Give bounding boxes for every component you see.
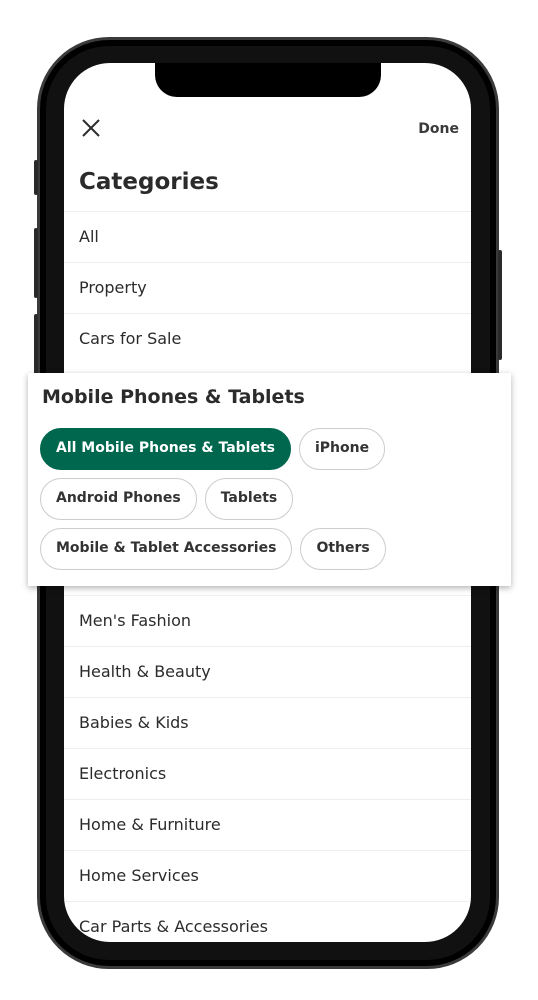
subcategory-card: Mobile Phones & Tablets All Mobile Phone… (28, 373, 511, 586)
subcategory-chip[interactable]: iPhone (298, 428, 386, 470)
category-item[interactable]: Cars for Sale (64, 313, 471, 364)
category-item[interactable]: Electronics (64, 748, 471, 799)
notch (155, 63, 381, 97)
category-item[interactable]: All (64, 211, 471, 262)
category-item[interactable]: Home Services (64, 850, 471, 901)
chip-row: All Mobile Phones & Tablets iPhone (40, 428, 500, 470)
subcategory-chip[interactable]: Others (300, 528, 386, 570)
page-title: Categories (79, 169, 219, 195)
volume-up-button (34, 228, 38, 298)
close-icon[interactable] (80, 117, 102, 139)
subcategory-chip[interactable]: Tablets (204, 478, 294, 520)
done-button[interactable]: Done (418, 121, 459, 137)
category-item[interactable]: Car Parts & Accessories (64, 901, 471, 942)
category-item[interactable]: Health & Beauty (64, 646, 471, 697)
chip-row: Mobile & Tablet Accessories Others (40, 528, 500, 570)
subcategory-chip[interactable]: Android Phones (40, 478, 197, 520)
mute-switch (34, 160, 38, 195)
subcategory-title: Mobile Phones & Tablets (42, 386, 305, 408)
subcategory-chip[interactable]: Mobile & Tablet Accessories (40, 528, 293, 570)
category-item[interactable]: Men's Fashion (64, 595, 471, 646)
chip-row: Android Phones Tablets (40, 478, 500, 520)
subcategory-chip[interactable]: All Mobile Phones & Tablets (40, 428, 291, 470)
category-item[interactable]: Property (64, 262, 471, 313)
category-item[interactable]: Babies & Kids (64, 697, 471, 748)
subcategory-chips: All Mobile Phones & Tablets iPhone Android… (40, 428, 500, 578)
power-button (498, 250, 502, 360)
category-item[interactable]: Home & Furniture (64, 799, 471, 850)
